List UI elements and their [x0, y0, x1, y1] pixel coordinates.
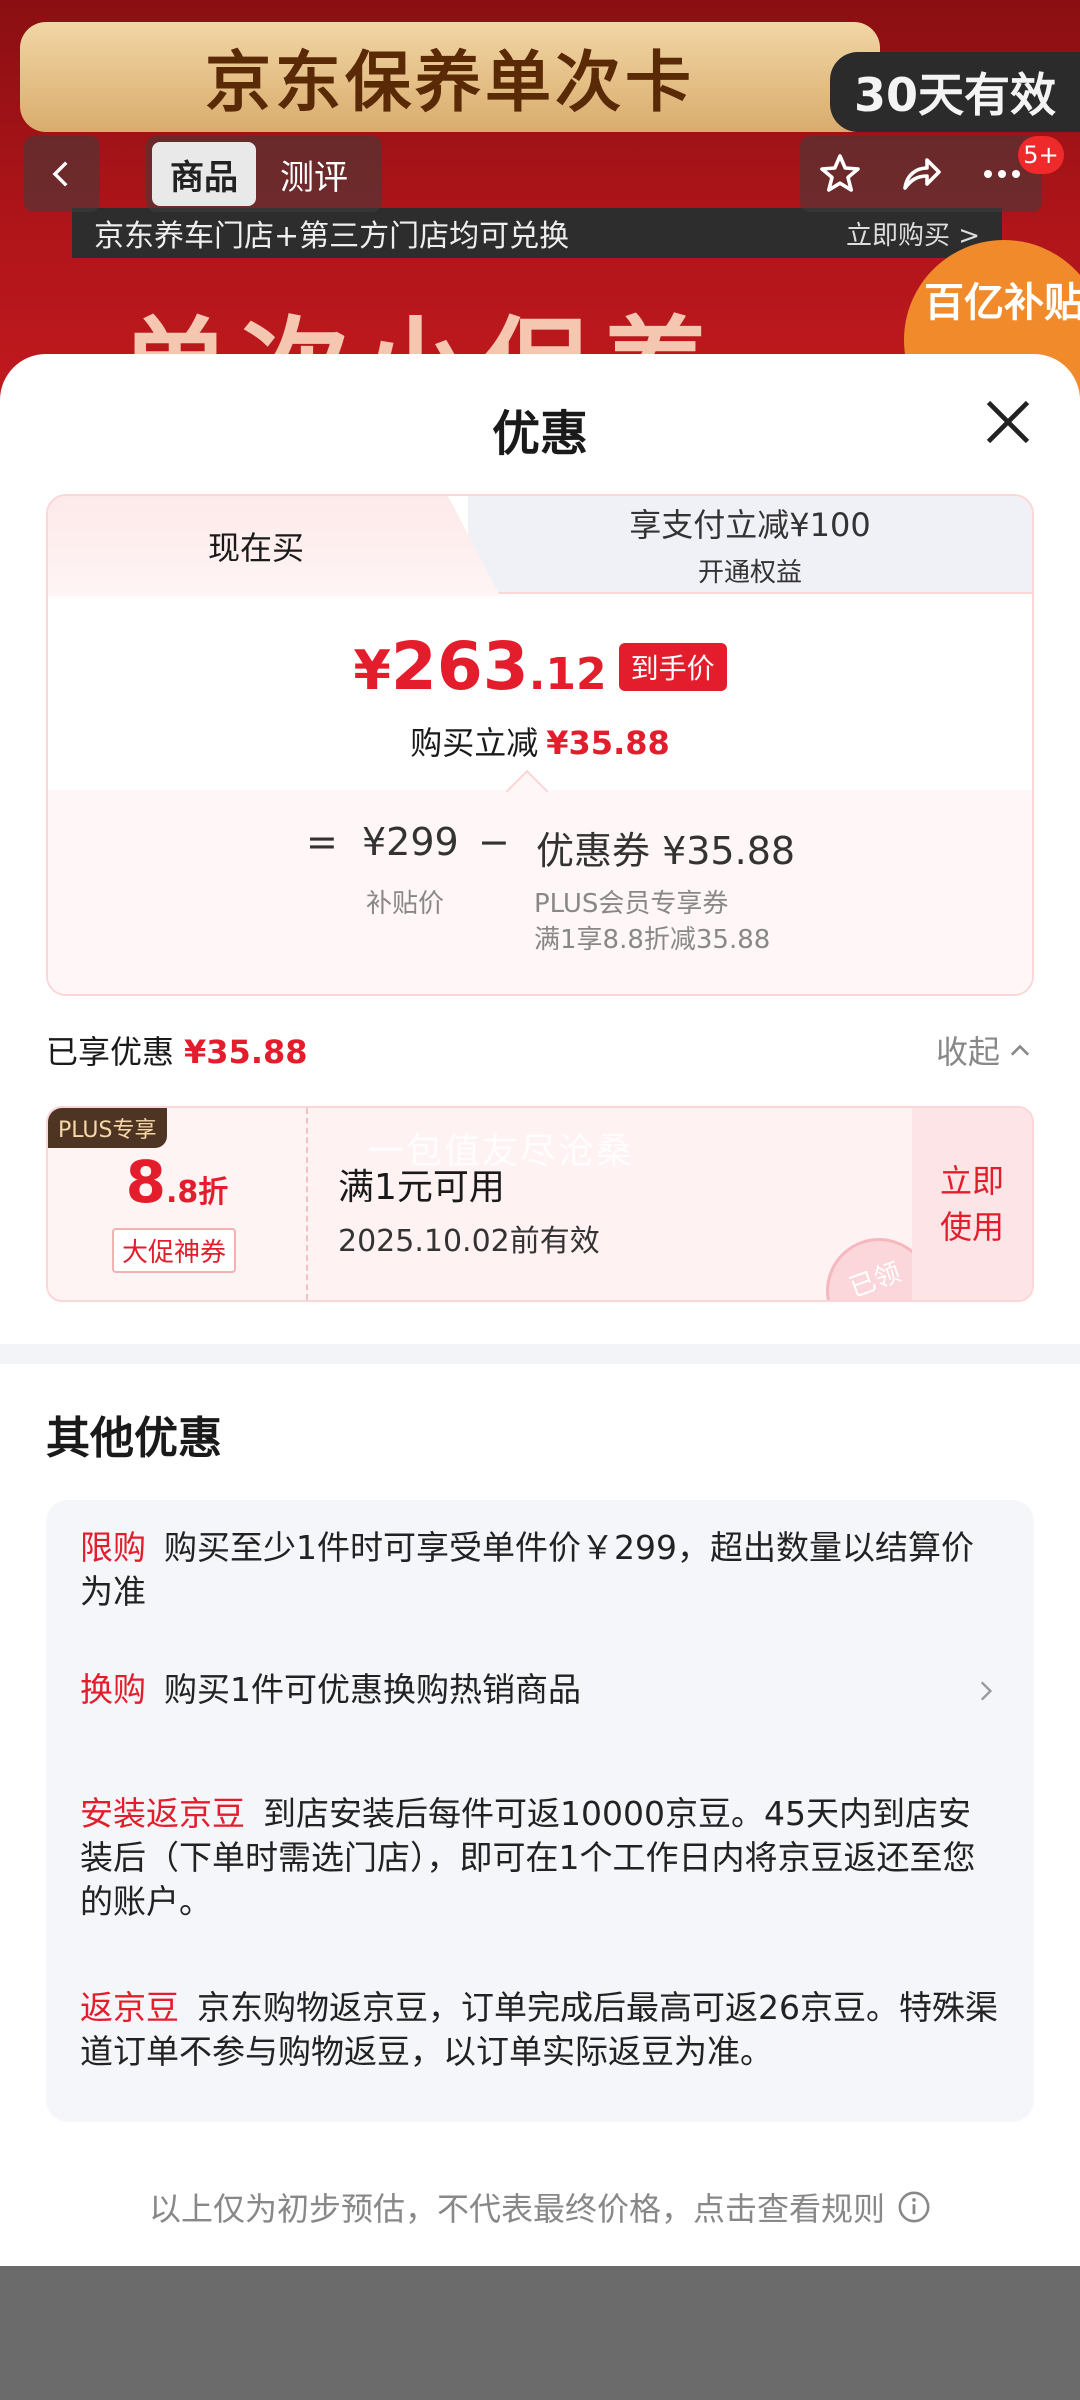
- price-formula: = ¥299 − 优惠券 ¥35.88 补贴价 PLUS会员专享券 满1享8.8…: [48, 769, 1032, 994]
- coupon-card: PLUS专享 8.8折 大促神券 一包值友尽沧桑 满1元可用 2025.10.0…: [46, 1106, 1034, 1302]
- formula-coupon-type: PLUS会员专享券: [534, 889, 729, 919]
- formula-notch: [505, 769, 549, 813]
- pay-discount-label: 享支付立减¥100: [629, 505, 871, 544]
- share-icon[interactable]: [897, 150, 945, 198]
- tab-product[interactable]: 商品: [152, 142, 256, 206]
- use-coupon-button[interactable]: 立即 使用: [912, 1108, 1032, 1300]
- star-icon[interactable]: [816, 150, 864, 198]
- formula-price-label: 补贴价: [366, 889, 445, 919]
- final-price: ¥ 263 .12 到手价: [48, 628, 1032, 705]
- coupon-discount: 8.8折: [48, 1148, 306, 1216]
- estimate-rules-link[interactable]: 以上仅为初步预估，不代表最终价格，点击查看规则: [0, 2184, 1080, 2230]
- coupon-left: PLUS专享 8.8折 大促神券: [48, 1108, 308, 1300]
- product-strip: 京东养车门店+第三方门店均可兑换 立即购买 >: [72, 208, 1002, 258]
- price-detail: ¥ 263 .12 到手价 购买立减 ¥35.88 = ¥299 − 优惠券 ¥3…: [48, 592, 1032, 994]
- pay-discount-sub: 开通权益: [697, 557, 802, 588]
- offer-text: 京东购物返京豆，订单完成后最高可返26京豆。特殊渠道订单不参与购物返豆，以订单实…: [80, 1988, 998, 2071]
- discount-integer: 8: [125, 1148, 167, 1216]
- other-offers-title: 其他优惠: [46, 1413, 222, 1464]
- strip-text: 京东养车门店+第三方门店均可兑换: [94, 219, 570, 254]
- enjoyed-discount: 已享优惠 ¥35.88: [46, 1027, 308, 1073]
- instant-cut: 购买立减 ¥35.88: [48, 718, 1032, 764]
- close-icon[interactable]: [982, 396, 1034, 448]
- use-line2: 使用: [939, 1208, 1004, 1246]
- final-price-integer: 263: [390, 628, 529, 705]
- offer-return-beans: 返京豆 京东购物返京豆，订单完成后最高可返26京豆。特殊渠道订单不参与购物返豆，以…: [80, 1986, 1000, 2074]
- nav-toolbar: [800, 136, 1042, 212]
- tab-buy-now[interactable]: 现在买: [48, 496, 500, 596]
- page-tabs: 商品 测评: [146, 136, 382, 212]
- banner-title: 京东保养单次卡: [205, 44, 695, 121]
- coupon-info: 满1元可用 2025.10.02前有效: [338, 1158, 600, 1260]
- offer-key: 换购: [80, 1670, 146, 1709]
- use-line1: 立即: [939, 1162, 1004, 1200]
- buy-now-link[interactable]: 立即购买 >: [846, 215, 980, 252]
- chevron-left-icon: [52, 161, 68, 187]
- price-card: 享支付立减¥100 开通权益 ¥ 263 .12 到手价 购买立减 ¥35.88 …: [46, 494, 1034, 996]
- offer-exchange[interactable]: 换购 购买1件可优惠换购热销商品: [80, 1668, 1000, 1712]
- offer-key: 限购: [80, 1528, 146, 1567]
- formula-equals: =: [306, 820, 338, 864]
- tab-pay-discount[interactable]: 享支付立减¥100 开通权益: [468, 496, 1032, 592]
- collapse-label: 收起: [935, 1033, 1000, 1071]
- coupon-label: 大促神券: [112, 1228, 237, 1273]
- section-divider: [0, 1344, 1080, 1364]
- offer-key: 安装返京豆: [80, 1794, 245, 1833]
- final-price-tag: 到手价: [618, 642, 727, 691]
- discount-sheet: 优惠 享支付立减¥100 开通权益 ¥ 263 .12 到手价 购买立减 ¥35.…: [0, 354, 1080, 2266]
- final-price-currency: ¥: [353, 639, 391, 702]
- enjoyed-value: ¥35.88: [184, 1033, 308, 1071]
- coupon-expiry: 2025.10.02前有效: [338, 1224, 600, 1259]
- chevron-right-icon[interactable]: [972, 1678, 998, 1704]
- collapse-button[interactable]: 收起: [936, 1027, 1034, 1073]
- other-offers-list: 限购 购买至少1件时可享受单件价￥299，超出数量以结算价为准 换购 购买1件可优惠…: [46, 1500, 1034, 2122]
- offer-key: 返京豆: [80, 1988, 179, 2027]
- sheet-title: 优惠: [491, 406, 588, 462]
- back-button[interactable]: [24, 136, 100, 212]
- offer-limit: 限购 购买至少1件时可享受单件价￥299，超出数量以结算价为准: [80, 1526, 1000, 1614]
- info-icon: [898, 2191, 930, 2223]
- enjoyed-label: 已享优惠: [46, 1033, 175, 1071]
- formula-minus: −: [478, 820, 510, 864]
- footer-note-text: 以上仅为初步预估，不代表最终价格，点击查看规则: [148, 2190, 885, 2228]
- tab-review[interactable]: 测评: [262, 142, 366, 206]
- tab-buy-now-label: 现在买: [208, 529, 305, 567]
- formula-price: ¥299: [362, 820, 459, 864]
- discount-decimal: .8折: [166, 1175, 229, 1210]
- product-banner: 京东保养单次卡: [20, 22, 880, 132]
- offer-text: 购买至少1件时可享受单件价￥299，超出数量以结算价为准: [80, 1528, 974, 1611]
- message-badge: 5+: [1018, 136, 1064, 174]
- formula-coupon-rule: 满1享8.8折减35.88: [534, 925, 771, 955]
- chevron-up-icon: [1010, 1044, 1030, 1056]
- coupon-condition: 满1元可用: [338, 1167, 505, 1208]
- plus-exclusive-tag: PLUS专享: [48, 1108, 167, 1148]
- offer-install-beans: 安装返京豆 到店安装后每件可返10000京豆。45天内到店安装后（下单时需选门店）…: [80, 1792, 1000, 1924]
- offer-text: 购买1件可优惠换购热销商品: [164, 1670, 581, 1709]
- enjoyed-discount-row: 已享优惠 ¥35.88 收起: [46, 1022, 1034, 1078]
- formula-coupon: 优惠券 ¥35.88: [536, 829, 796, 873]
- instant-cut-value: ¥35.88: [546, 724, 670, 762]
- final-price-decimal: .12: [528, 649, 607, 700]
- validity-badge: 30天有效: [830, 52, 1080, 132]
- instant-cut-label: 购买立减: [410, 724, 539, 762]
